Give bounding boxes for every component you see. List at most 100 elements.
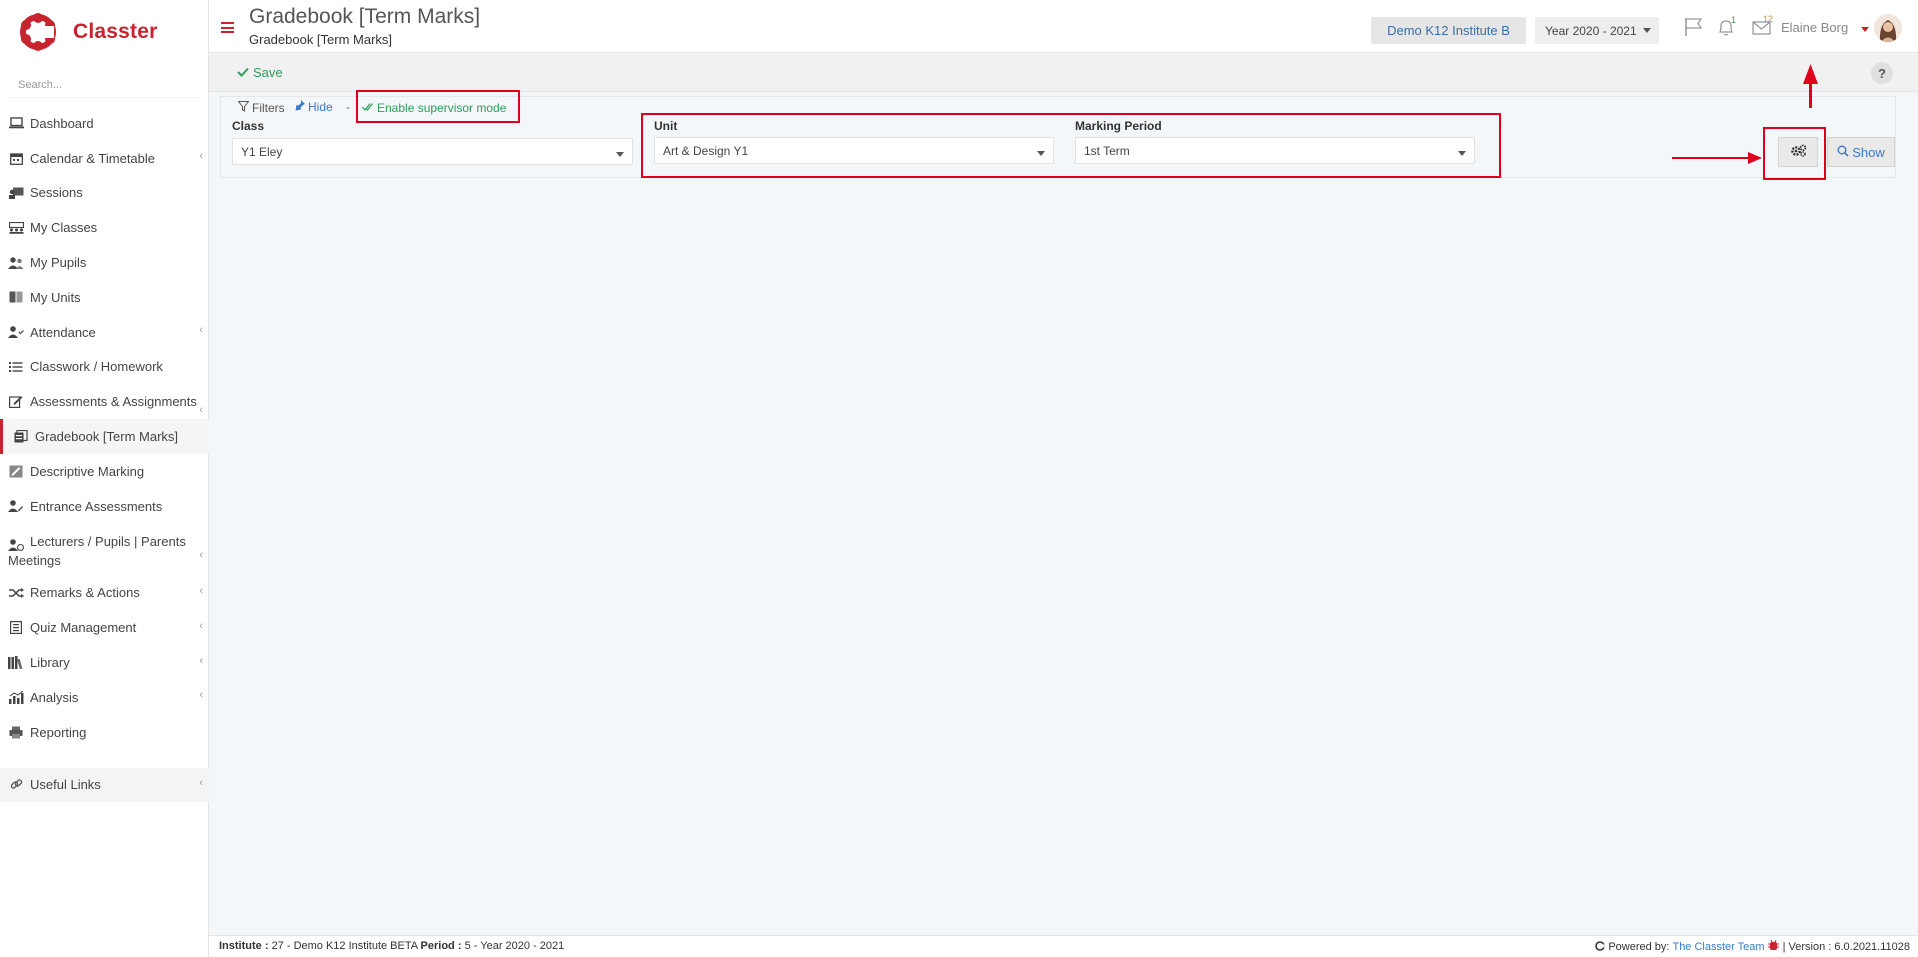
bell-icon[interactable]: 1 <box>1715 16 1737 38</box>
sidebar-item-classwork-homework[interactable]: Classwork / Homework <box>0 350 209 385</box>
save-button-label: Save <box>253 65 283 80</box>
messages-badge: 12 <box>1763 14 1774 24</box>
show-button-label: Show <box>1852 144 1885 160</box>
sidebar-item-label: Quiz Management <box>30 620 137 636</box>
calendar-icon <box>8 151 24 165</box>
sidebar-item-library[interactable]: Library ‹ <box>0 645 209 680</box>
footer-info: Institute : 27 - Demo K12 Institute BETA… <box>219 940 564 952</box>
sidebar-item-remarks-actions[interactable]: Remarks & Actions ‹ <box>0 576 209 611</box>
sidebar-item-label: Assessments & Assignments <box>30 394 197 410</box>
action-toolbar: Save ? <box>209 54 1918 92</box>
filters-label: Filters <box>252 101 285 115</box>
sidebar-item-my-units[interactable]: My Units <box>0 280 209 315</box>
sidebar-item-reporting[interactable]: Reporting <box>0 715 209 750</box>
settings-button[interactable] <box>1778 137 1818 167</box>
unit-select[interactable]: Art & Design Y1 <box>654 137 1054 164</box>
sidebar-item-label: Analysis <box>30 689 79 705</box>
flag-icon[interactable] <box>1683 16 1705 38</box>
gears-icon <box>1790 144 1807 160</box>
sidebar-item-label: Entrance Assessments <box>30 498 163 514</box>
breadcrumb: Gradebook [Term Marks] <box>249 32 393 47</box>
supervisor-label: Enable supervisor mode <box>377 101 507 115</box>
printer-icon <box>8 725 24 739</box>
show-button[interactable]: Show <box>1827 137 1895 167</box>
avatar[interactable] <box>1874 14 1902 42</box>
brand-logo[interactable]: Classter <box>18 10 208 54</box>
sidebar-item-label: Classwork / Homework <box>30 359 163 375</box>
sidebar-item-dashboard[interactable]: Dashboard <box>0 106 209 141</box>
sidebar-item-quiz-management[interactable]: Quiz Management ‹ <box>0 610 209 645</box>
sidebar-item-attendance[interactable]: Attendance ‹ <box>0 315 209 350</box>
institute-selector-button[interactable]: Demo K12 Institute B <box>1371 17 1526 44</box>
classter-c-icon <box>1595 940 1606 954</box>
sidebar-item-assessments-assignments[interactable]: Assessments & Assignments ‹ <box>0 384 209 419</box>
footer-period-value: 5 - Year 2020 - 2021 <box>464 940 565 952</box>
notifications-badge: 1 <box>1731 15 1737 25</box>
chevron-left-icon: ‹ <box>199 776 203 789</box>
marking-period-field-label: Marking Period <box>1075 119 1162 133</box>
sidebar-item-label: Lecturers / Pupils | Parents Meetings <box>8 533 186 568</box>
double-check-icon <box>362 101 374 115</box>
classter-logo-icon <box>18 12 58 52</box>
class-select[interactable]: Y1 Eley <box>232 138 633 165</box>
sidebar-item-lecturers-pupils-parents-meetings[interactable]: Lecturers / Pupils | Parents Meetings ‹ <box>0 524 209 576</box>
sidebar-search-input[interactable] <box>8 72 200 98</box>
laptop-icon <box>8 116 24 130</box>
sidebar-item-label: Descriptive Marking <box>30 463 145 479</box>
hamburger-menu-icon[interactable] <box>221 22 234 33</box>
chevron-left-icon: ‹ <box>199 619 203 632</box>
hide-filters-link[interactable]: Hide <box>295 100 333 114</box>
help-button[interactable]: ? <box>1871 62 1893 84</box>
sidebar-item-label: My Classes <box>30 220 98 236</box>
sidebar-item-useful-links[interactable]: Useful Links ‹ <box>0 767 209 803</box>
annotation-arrow-up <box>1809 82 1812 108</box>
sidebar-item-analysis[interactable]: Analysis ‹ <box>0 680 209 715</box>
year-selector[interactable]: Year 2020 - 2021 <box>1535 17 1659 44</box>
attendance-icon <box>8 325 24 339</box>
sidebar-item-entrance-assessments[interactable]: Entrance Assessments <box>0 489 209 524</box>
unit-select-value: Art & Design Y1 <box>663 143 749 158</box>
app-root: Classter Dashboard Calendar & Timetable … <box>0 0 1918 957</box>
sessions-icon <box>8 186 24 200</box>
sidebar: Classter Dashboard Calendar & Timetable … <box>0 0 209 957</box>
sidebar-item-label: Reporting <box>30 724 87 740</box>
footer-institute-value: 27 - Demo K12 Institute BETA <box>271 940 418 952</box>
library-icon <box>8 656 24 670</box>
classter-team-link[interactable]: The Classter Team <box>1672 941 1764 953</box>
sidebar-item-my-classes[interactable]: My Classes <box>0 210 209 245</box>
sidebar-item-calendar-timetable[interactable]: Calendar & Timetable ‹ <box>0 141 209 176</box>
sidebar-item-label: My Pupils <box>30 255 87 271</box>
sidebar-item-label: Useful Links <box>30 777 101 793</box>
quiz-icon <box>8 621 24 635</box>
chevron-left-icon: ‹ <box>199 150 203 163</box>
user-menu-name[interactable]: Elaine Borg <box>1781 20 1848 35</box>
mail-icon[interactable]: 12 <box>1751 14 1774 38</box>
marking-period-select[interactable]: 1st Term <box>1075 137 1475 164</box>
marking-period-select-value: 1st Term <box>1084 143 1130 158</box>
filters-toggle[interactable]: Filters <box>237 101 285 115</box>
year-selector-label: Year 2020 - 2021 <box>1545 23 1637 38</box>
sidebar-item-descriptive-marking[interactable]: Descriptive Marking <box>0 454 209 489</box>
top-bar: Gradebook [Term Marks] Gradebook [Term M… <box>209 0 1918 53</box>
footer: Institute : 27 - Demo K12 Institute BETA… <box>209 935 1918 957</box>
sidebar-item-gradebook-term-marks[interactable]: Gradebook [Term Marks] <box>0 419 209 454</box>
sidebar-item-label: Calendar & Timetable <box>30 150 156 166</box>
hide-label: Hide <box>308 100 333 114</box>
page-title: Gradebook [Term Marks] <box>249 5 481 28</box>
sidebar-item-label: Gradebook [Term Marks] <box>35 429 179 445</box>
sidebar-item-sessions[interactable]: Sessions <box>0 176 209 211</box>
caret-down-icon <box>1037 151 1045 156</box>
sidebar-item-label: Attendance <box>30 324 96 340</box>
list-icon <box>8 360 24 374</box>
footer-credits: Powered by: The Classter Team | Version … <box>1595 939 1910 954</box>
save-button[interactable]: Save <box>237 65 283 80</box>
entrance-icon <box>8 499 24 513</box>
classes-icon <box>8 221 24 235</box>
enable-supervisor-mode-link[interactable]: Enable supervisor mode <box>362 101 506 115</box>
caret-down-icon[interactable] <box>1861 27 1869 32</box>
sidebar-item-label: Sessions <box>30 185 83 201</box>
annotation-arrow-right <box>1672 157 1754 159</box>
sidebar-item-my-pupils[interactable]: My Pupils <box>0 245 209 280</box>
class-select-value: Y1 Eley <box>241 144 283 159</box>
marking-icon <box>8 464 24 478</box>
